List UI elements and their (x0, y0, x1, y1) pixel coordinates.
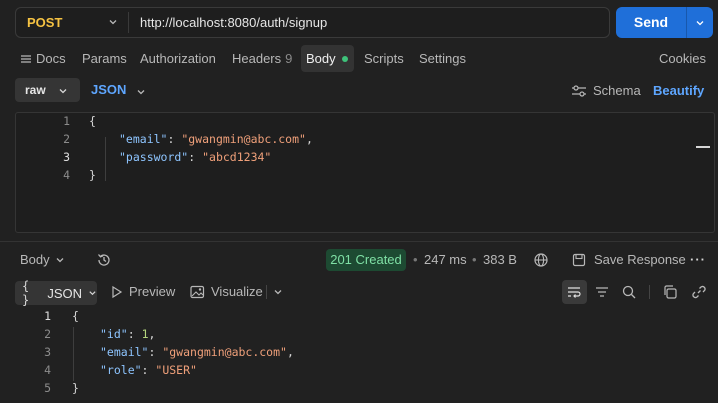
json-value: "gwangmin@abc.com" (181, 132, 306, 146)
save-icon (572, 253, 586, 267)
separator-dot: • (413, 252, 418, 267)
copy-icon[interactable] (662, 284, 678, 300)
pane-divider[interactable] (0, 241, 718, 242)
body-indicator-dot (341, 56, 348, 62)
response-time[interactable]: 247 ms (424, 251, 467, 269)
code-line: "email": "gwangmin@abc.com", (119, 132, 313, 146)
preview-label: Preview (129, 284, 176, 299)
tab-authorization[interactable]: Authorization (140, 50, 216, 68)
image-icon (190, 285, 205, 299)
method-select[interactable]: POST (16, 8, 128, 37)
chevron-down-icon[interactable] (273, 287, 283, 297)
line-number: 1 (63, 114, 70, 128)
line-number: 4 (44, 363, 51, 377)
tab-body[interactable]: Body (306, 50, 348, 68)
body-mode-label: raw (25, 83, 46, 97)
toolbar-divider (649, 285, 650, 299)
line-number: 3 (44, 345, 51, 359)
json-value: 1 (141, 327, 149, 341)
send-options-button[interactable] (687, 7, 713, 38)
more-options-icon[interactable]: ··· (690, 251, 706, 269)
url-input[interactable]: http://localhost:8080/auth/signup (140, 8, 327, 37)
menu-icon (21, 55, 31, 63)
save-response-label: Save Response (594, 252, 686, 267)
url-bar: POST http://localhost:8080/auth/signup (15, 7, 610, 38)
body-language-select[interactable]: JSON (91, 78, 126, 102)
code-line: "role": "USER" (100, 363, 197, 377)
schema-button[interactable]: Schema (571, 82, 641, 100)
open-brace: { (72, 309, 79, 323)
preview-button[interactable]: Preview (111, 283, 175, 301)
line-number: 3 (63, 150, 70, 164)
tab-docs[interactable]: Docs (20, 50, 66, 68)
editor-scrollbar[interactable] (696, 146, 710, 148)
response-size[interactable]: 383 B (483, 251, 517, 269)
json-key: "email" (119, 132, 168, 146)
history-icon[interactable] (96, 252, 112, 268)
filter-icon[interactable] (594, 284, 610, 300)
chevron-down-icon (59, 89, 67, 94)
response-body-label: Body (20, 252, 50, 267)
close-brace: } (89, 168, 96, 182)
open-brace: { (89, 114, 96, 128)
play-icon (112, 285, 123, 299)
method-label: POST (27, 15, 63, 30)
tab-body-label: Body (306, 51, 336, 66)
separator-dot: • (472, 252, 477, 267)
tab-headers-count: 9 (285, 51, 293, 66)
cookies-link[interactable]: Cookies (659, 50, 706, 68)
json-key: "password" (119, 150, 189, 164)
tab-docs-label: Docs (36, 51, 66, 66)
tab-settings[interactable]: Settings (419, 50, 466, 68)
chevron-down-icon[interactable] (136, 87, 146, 97)
save-response-button[interactable]: Save Response (572, 251, 686, 269)
code-line: "password": "abcd1234" (119, 150, 272, 164)
send-button[interactable]: Send (616, 7, 686, 38)
braces-icon: { } (22, 279, 30, 307)
json-value: "abcd1234" (202, 150, 272, 164)
line-number: 2 (63, 132, 70, 146)
indent-guide (73, 327, 74, 381)
body-mode-select[interactable]: raw (15, 78, 80, 102)
line-number: 2 (44, 327, 51, 341)
json-value: "gwangmin@abc.com" (162, 345, 287, 359)
tab-headers[interactable]: Headers 9 (232, 50, 292, 68)
toolbar-divider (266, 285, 267, 299)
response-format-label: JSON (47, 285, 83, 301)
code-line: "id": 1, (100, 327, 156, 341)
line-number: 5 (44, 381, 51, 395)
tab-params[interactable]: Params (82, 50, 127, 68)
url-divider (128, 12, 129, 33)
sliders-icon (572, 85, 586, 97)
indent-guide (105, 137, 106, 181)
chevron-down-icon (109, 20, 117, 25)
globe-icon[interactable] (533, 252, 549, 268)
response-format-select[interactable]: { } JSON (15, 279, 97, 307)
visualize-button[interactable]: Visualize (190, 283, 263, 301)
status-badge[interactable]: 201 Created (326, 249, 406, 271)
json-value: "USER" (155, 363, 197, 377)
chevron-down-icon (89, 291, 96, 296)
json-key: "id" (100, 327, 128, 341)
close-brace: } (72, 381, 79, 395)
line-number: 1 (44, 309, 51, 323)
json-key: "email" (100, 345, 149, 359)
tab-headers-label: Headers (232, 51, 282, 66)
visualize-label: Visualize (211, 284, 263, 299)
chevron-down-icon (696, 20, 704, 25)
search-icon[interactable] (621, 284, 637, 300)
tab-scripts[interactable]: Scripts (364, 50, 404, 68)
schema-label: Schema (593, 83, 641, 98)
json-key: "role" (100, 363, 142, 377)
line-number: 4 (63, 168, 70, 182)
chevron-down-icon (56, 258, 64, 263)
beautify-button[interactable]: Beautify (653, 82, 704, 100)
link-icon[interactable] (691, 284, 707, 300)
response-body-select[interactable]: Body (20, 251, 65, 269)
request-body-editor[interactable] (15, 112, 715, 233)
send-button-group: Send (616, 7, 713, 38)
wrap-lines-icon[interactable] (566, 284, 582, 300)
code-line: "email": "gwangmin@abc.com", (100, 345, 294, 359)
